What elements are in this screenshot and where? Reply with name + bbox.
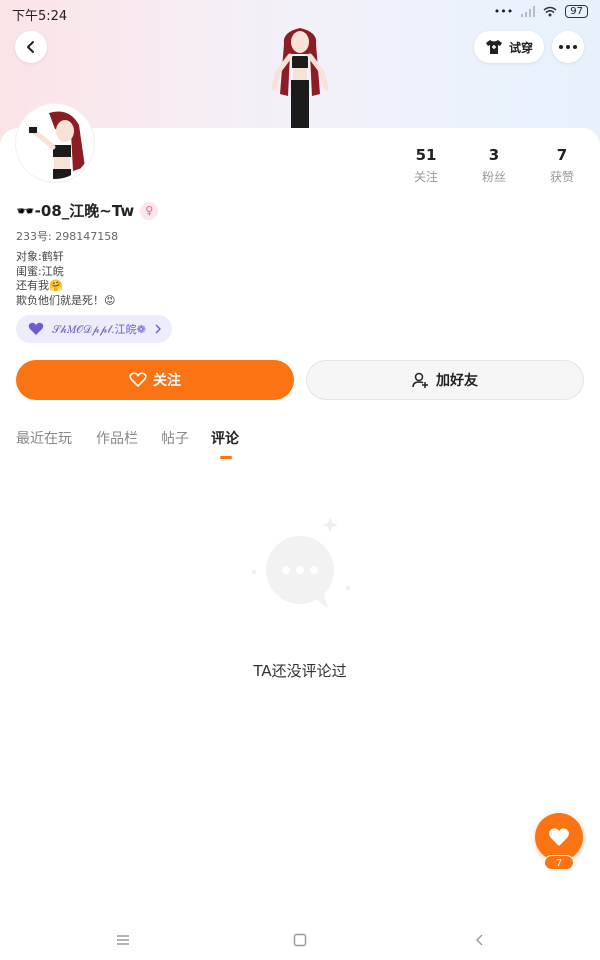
like-count-badge: 7 xyxy=(544,855,574,870)
try-on-button[interactable]: 试穿 xyxy=(474,31,544,63)
stat-followers[interactable]: 3 粉丝 xyxy=(464,146,524,185)
heart-plus-icon xyxy=(129,372,147,388)
chevron-right-icon xyxy=(155,324,161,334)
bio-line: 闺蜜:江皖 xyxy=(16,264,64,278)
active-tab-indicator xyxy=(220,456,232,459)
bio-line: 还有我🤗 xyxy=(16,279,63,292)
avatar-3d-figure[interactable] xyxy=(262,24,338,132)
stat-label: 粉丝 xyxy=(481,170,506,184)
add-user-icon xyxy=(412,372,428,388)
heart-icon xyxy=(28,322,44,335)
follow-button[interactable]: 关注 xyxy=(16,360,294,400)
add-friend-button[interactable]: 加好友 xyxy=(306,360,584,400)
stat-value: 51 xyxy=(415,146,437,164)
stat-label: 关注 xyxy=(413,170,438,184)
stat-value: 3 xyxy=(488,146,500,164)
chevron-left-icon xyxy=(476,934,483,946)
back-nav-button[interactable] xyxy=(468,928,492,952)
tab-works[interactable]: 作品栏 xyxy=(96,428,138,448)
guild-tag[interactable]: 𝒮𝒽𝑀𝒪𝒟𝓅𝓅𝓁.江皖❁ xyxy=(16,315,172,343)
guild-name: 𝒮𝒽𝑀𝒪𝒟𝓅𝓅𝓁.江皖❁ xyxy=(52,323,146,336)
home-square-icon xyxy=(293,933,307,947)
username: 🕶️-08_江晚~Tw xyxy=(16,202,135,220)
avatar[interactable] xyxy=(16,104,94,182)
stat-label: 获赞 xyxy=(549,170,574,184)
battery-icon: 97 xyxy=(565,5,588,18)
bio-line: 欺负他们就是死！😡 xyxy=(16,293,116,307)
bio: 对象:鹤轩 闺蜜:江皖 还有我🤗 欺负他们就是死！😡 xyxy=(16,250,115,308)
more-options-button[interactable] xyxy=(552,31,584,63)
username-row: 🕶️-08_江晚~Tw ♀ xyxy=(16,200,159,221)
stat-likes-received[interactable]: 7 获赞 xyxy=(532,146,592,185)
system-navigation-bar xyxy=(0,920,600,960)
tab-recently-played[interactable]: 最近在玩 xyxy=(16,428,72,448)
tab-posts[interactable]: 帖子 xyxy=(161,428,189,448)
tab-comments[interactable]: 评论 xyxy=(211,428,239,448)
home-nav-button[interactable] xyxy=(288,928,312,952)
follow-label: 关注 xyxy=(153,373,181,389)
menu-icon xyxy=(117,935,129,945)
add-friend-label: 加好友 xyxy=(436,373,478,389)
shirt-icon xyxy=(485,40,502,54)
status-time: 下午5:24 xyxy=(12,9,68,24)
user-id[interactable]: 233号: 298147158 xyxy=(16,228,118,244)
female-gender-icon: ♀ xyxy=(140,201,159,220)
more-dots-icon xyxy=(559,45,577,49)
try-on-label: 试穿 xyxy=(508,40,533,55)
back-button[interactable] xyxy=(15,31,47,63)
chevron-left-icon xyxy=(27,41,34,53)
like-button[interactable] xyxy=(535,813,583,861)
empty-state-message: TA还没评论过 xyxy=(253,662,347,680)
menu-nav-button[interactable] xyxy=(111,928,135,952)
signal-dots-icon: ••• xyxy=(493,5,514,18)
wifi-icon xyxy=(543,6,557,17)
stat-following[interactable]: 51 关注 xyxy=(396,146,456,185)
heart-icon xyxy=(549,828,569,846)
bio-line: 对象:鹤轩 xyxy=(16,250,64,263)
cell-signal-icon xyxy=(521,6,536,17)
stat-value: 7 xyxy=(556,146,568,164)
empty-comments-illustration xyxy=(244,512,354,612)
